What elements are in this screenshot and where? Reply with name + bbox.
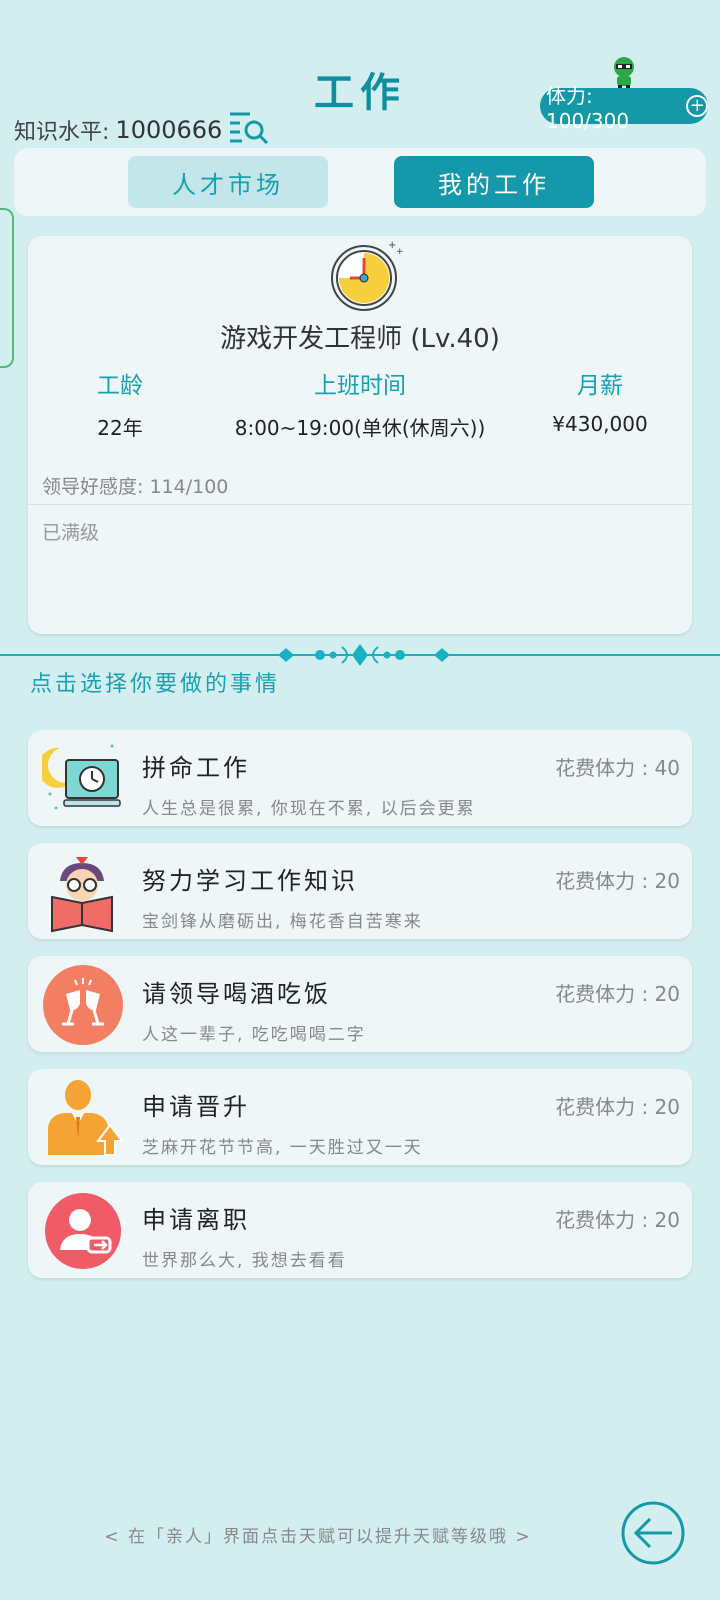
action-desc: 人这一辈子, 吃吃喝喝二字 [142,1025,366,1045]
stat-value: ¥430,000 [552,412,648,436]
back-arrow-icon[interactable] [620,1500,686,1566]
knowledge-value: 1000666 [115,116,223,144]
action-cost: 花费体力 : 20 [555,1208,680,1232]
action-desc: 宝剑锋从磨砺出, 梅花香自苦寒来 [142,912,423,932]
resign-user-icon [45,1193,121,1269]
clock-icon: + + [331,240,404,311]
night-work-clock-icon [42,744,121,810]
action-name: 申请离职 [142,1206,250,1234]
stat-work-hours: 上班时间 8:00~19:00(单休(休周六)) [220,366,500,441]
job-title: 游戏开发工程师 (Lv.40) [220,324,500,354]
stat-label: 上班时间 [314,373,406,399]
stamina-bar: 体力: 100/300 + [540,84,708,133]
action-treat-leader[interactable]: 请领导喝酒吃饭 花费体力 : 20 人这一辈子, 吃吃喝喝二字 [28,956,692,1052]
stat-value: 22年 [97,416,143,440]
action-study[interactable]: 努力学习工作知识 花费体力 : 20 宝剑锋从磨砺出, 梅花香自苦寒来 [28,843,692,939]
talent-hint: < 在「亲人」界面点击天赋可以提升天赋等级哦 > [104,1527,532,1547]
action-name: 申请晋升 [142,1093,250,1121]
action-name: 努力学习工作知识 [142,867,358,895]
knowledge-level: 知识水平: 1000666 [14,110,270,150]
action-name: 拼命工作 [142,754,250,782]
leader-favor: 领导好感度: 114/100 [42,476,229,498]
action-cost: 花费体力 : 20 [555,869,680,893]
reading-book-icon [51,857,113,933]
action-desc: 芝麻开花节节高, 一天胜过又一天 [142,1138,423,1158]
job-status: 已满级 [42,522,100,544]
tab-bar: 人才市场 我的工作 [14,148,706,216]
promotion-person-icon [48,1080,124,1156]
svg-text:+: + [396,247,404,257]
tab-talent-market[interactable]: 人才市场 [128,156,328,208]
action-desc: 世界那么大, 我想去看看 [142,1251,347,1271]
action-desc: 人生总是很累, 你现在不累, 以后会更累 [142,799,476,819]
action-cost: 花费体力 : 40 [555,756,680,780]
tab-my-job[interactable]: 我的工作 [394,156,594,208]
action-apply-promotion[interactable]: 申请晋升 花费体力 : 20 芝麻开花节节高, 一天胜过又一天 [28,1069,692,1165]
divider [28,504,692,505]
action-cost: 花费体力 : 20 [555,982,680,1006]
action-cost: 花费体力 : 20 [555,1095,680,1119]
search-list-icon[interactable] [228,110,270,150]
stat-seniority: 工龄 22年 [60,366,180,441]
stat-value: 8:00~19:00(单休(休周六)) [234,416,486,440]
stat-label: 工龄 [97,373,143,399]
knowledge-label: 知识水平: [14,120,110,145]
toast-glasses-icon [43,965,123,1045]
stat-salary: 月薪 ¥430,000 [530,366,670,436]
action-apply-resign[interactable]: 申请离职 花费体力 : 20 世界那么大, 我想去看看 [28,1182,692,1278]
stamina-text: 体力: 100/300 [546,83,630,133]
action-prompt: 点击选择你要做的事情 [30,672,281,697]
action-work-hard[interactable]: 拼命工作 花费体力 : 40 人生总是很累, 你现在不累, 以后会更累 [28,730,692,826]
stat-label: 月薪 [577,373,623,399]
add-stamina-icon[interactable]: + [686,95,708,117]
action-name: 请领导喝酒吃饭 [142,980,331,1008]
